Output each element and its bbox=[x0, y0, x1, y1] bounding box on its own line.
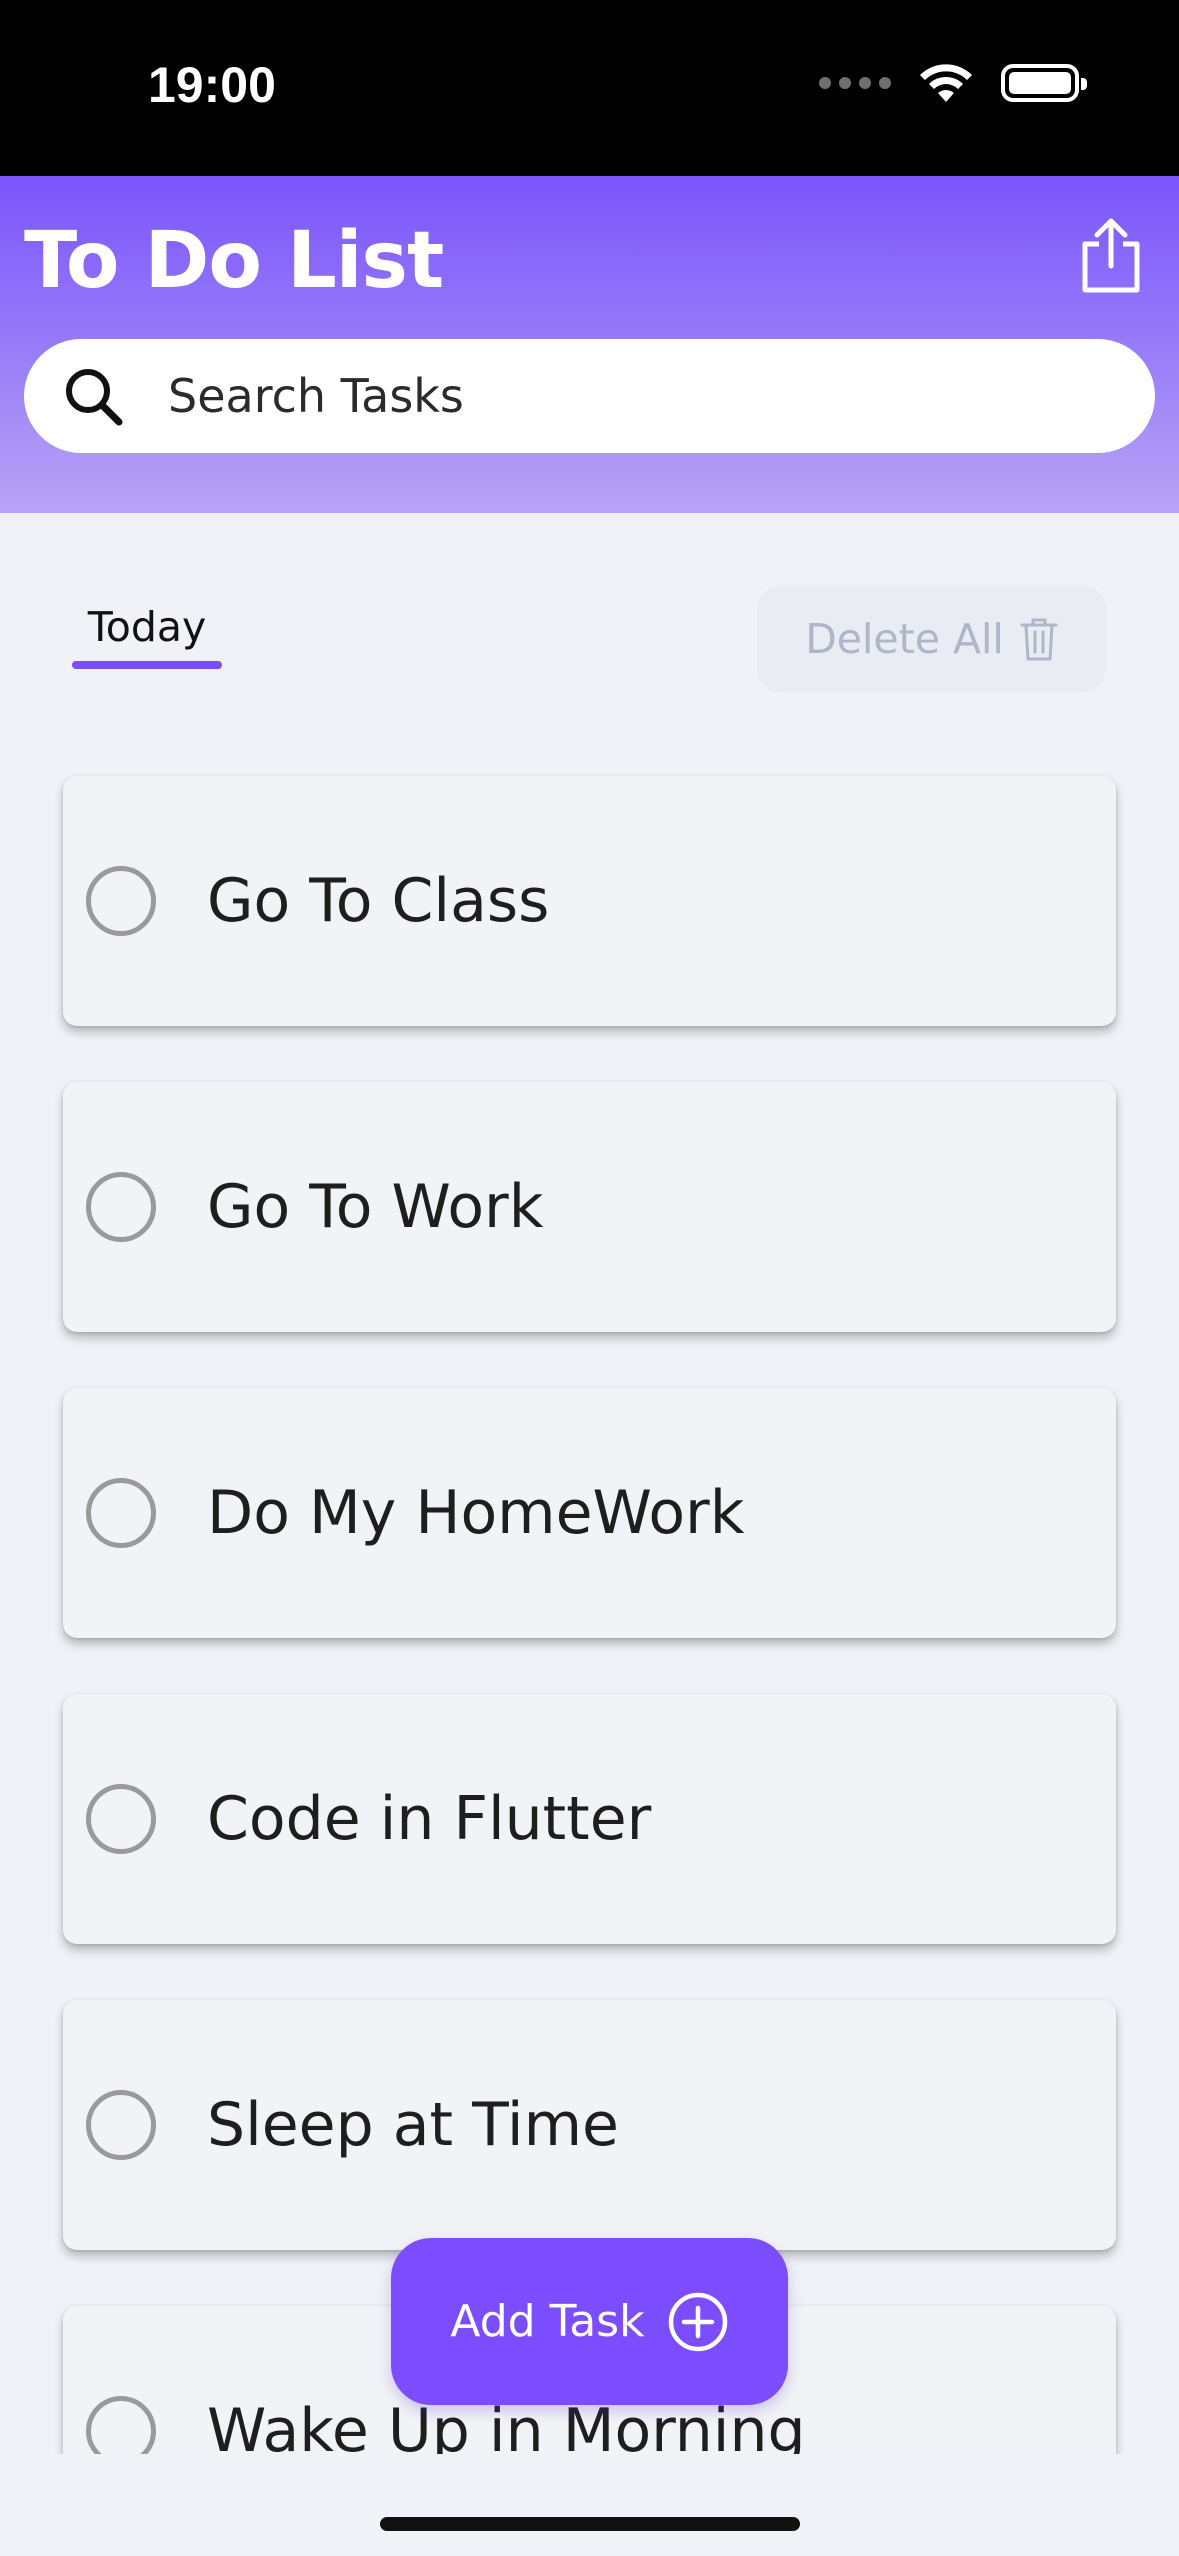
task-checkbox[interactable] bbox=[86, 1172, 156, 1242]
task-item[interactable]: Go To Class bbox=[63, 776, 1116, 1026]
tab-active-indicator bbox=[72, 661, 222, 669]
wifi-icon bbox=[920, 64, 972, 102]
tab-today[interactable]: Today bbox=[72, 603, 222, 669]
task-checkbox[interactable] bbox=[86, 1478, 156, 1548]
status-bar: 19:00 bbox=[0, 0, 1179, 176]
add-task-button[interactable]: Add Task bbox=[391, 2238, 788, 2405]
home-indicator[interactable] bbox=[380, 2517, 800, 2531]
task-label: Sleep at Time bbox=[207, 2090, 619, 2160]
search-bar[interactable] bbox=[24, 339, 1155, 453]
delete-all-label: Delete All bbox=[805, 615, 1004, 663]
app-header: To Do List bbox=[0, 176, 1179, 513]
search-icon bbox=[66, 369, 123, 426]
task-checkbox[interactable] bbox=[86, 1784, 156, 1854]
status-indicators bbox=[819, 62, 1087, 104]
task-checkbox[interactable] bbox=[86, 2090, 156, 2160]
task-item[interactable]: Do My HomeWork bbox=[63, 1388, 1116, 1638]
task-label: Go To Class bbox=[207, 866, 550, 936]
task-item[interactable]: Sleep at Time bbox=[63, 2000, 1116, 2250]
task-item[interactable]: Go To Work bbox=[63, 1082, 1116, 1332]
trash-icon bbox=[1020, 618, 1058, 661]
task-checkbox[interactable] bbox=[86, 2396, 156, 2454]
task-item[interactable]: Code in Flutter bbox=[63, 1694, 1116, 1944]
task-label: Do My HomeWork bbox=[207, 1478, 745, 1548]
status-time: 19:00 bbox=[148, 57, 276, 113]
share-icon bbox=[1082, 218, 1140, 293]
task-label: Go To Work bbox=[207, 1172, 544, 1242]
cellular-signal-icon bbox=[819, 77, 891, 89]
tab-today-label: Today bbox=[87, 603, 207, 651]
add-task-label: Add Task bbox=[450, 2296, 645, 2347]
task-label: Code in Flutter bbox=[207, 1784, 652, 1854]
delete-all-button[interactable]: Delete All bbox=[757, 585, 1106, 693]
plus-circle-icon bbox=[668, 2292, 727, 2351]
page-title: To Do List bbox=[24, 216, 444, 306]
search-input[interactable] bbox=[168, 339, 1108, 453]
share-button[interactable] bbox=[1075, 216, 1147, 296]
task-checkbox[interactable] bbox=[86, 866, 156, 936]
battery-icon bbox=[1001, 64, 1087, 102]
task-list: Go To Class Go To Work Do My HomeWork Co… bbox=[0, 760, 1179, 2454]
